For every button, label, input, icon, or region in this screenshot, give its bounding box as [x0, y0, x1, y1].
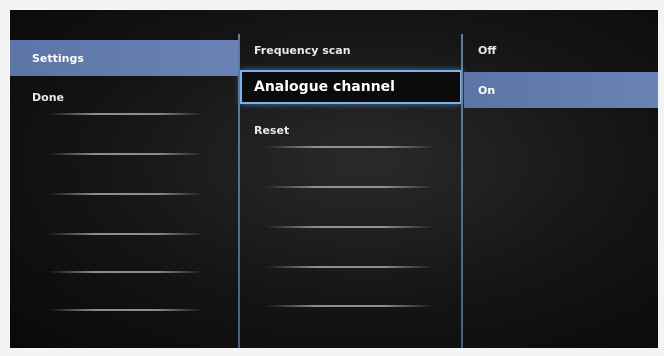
option-off[interactable]: Off: [464, 32, 658, 68]
left-menu-column: Settings Done: [10, 10, 238, 348]
column-divider: [461, 34, 463, 348]
middle-menu-column: Frequency scan Analogue channel Reset: [240, 10, 462, 348]
empty-slot-divider: [48, 113, 203, 115]
menu-item-label: Frequency scan: [254, 43, 351, 57]
menu-item-label: Reset: [254, 123, 290, 137]
empty-slot-divider: [266, 266, 434, 268]
empty-slot-divider: [266, 186, 434, 188]
menu-item-done[interactable]: Done: [10, 79, 238, 115]
option-label: Off: [478, 43, 497, 57]
menu-item-label: Analogue channel: [254, 79, 395, 95]
empty-slot-divider: [48, 309, 203, 311]
menu-item-settings[interactable]: Settings: [10, 40, 238, 76]
right-menu-column: Off On: [464, 10, 658, 348]
menu-item-label: Settings: [32, 51, 84, 65]
empty-slot-divider: [48, 271, 203, 273]
empty-slot-divider: [266, 226, 434, 228]
menu-item-reset[interactable]: Reset: [240, 112, 462, 148]
empty-slot-divider: [266, 305, 434, 307]
empty-slot-divider: [48, 153, 203, 155]
menu-item-label: Done: [32, 90, 64, 104]
option-on[interactable]: On: [464, 72, 658, 108]
menu-item-analogue-channel[interactable]: Analogue channel: [240, 70, 462, 104]
option-label: On: [478, 83, 496, 97]
empty-slot-divider: [48, 193, 203, 195]
empty-slot-divider: [266, 146, 434, 148]
tv-menu-screen: Settings Done Frequency scan Analogue ch…: [10, 10, 658, 348]
empty-slot-divider: [48, 233, 203, 235]
menu-item-frequency-scan[interactable]: Frequency scan: [240, 32, 462, 68]
